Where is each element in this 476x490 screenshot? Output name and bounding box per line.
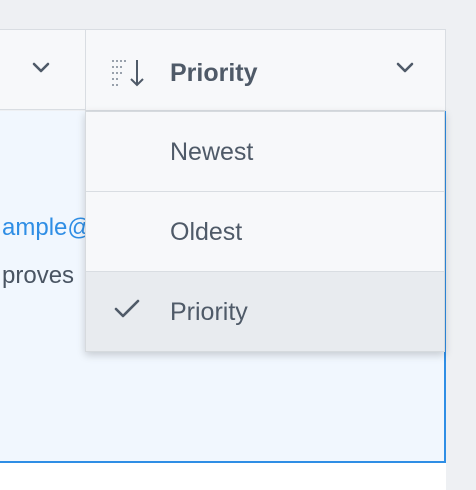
sort-option-newest[interactable]: Newest (86, 112, 444, 192)
sort-selected-label: Priority (170, 59, 258, 87)
sort-option-priority[interactable]: Priority (86, 272, 444, 351)
chevron-down-icon (396, 61, 414, 79)
sort-menu: Newest Oldest Priority (85, 111, 445, 352)
bottom-area (0, 463, 446, 490)
sort-dropdown[interactable]: Priority (85, 29, 446, 111)
body-text: proves (2, 262, 75, 289)
filter-dropdown[interactable] (0, 29, 85, 110)
checkmark-icon (114, 298, 140, 325)
sort-option-label: Newest (170, 138, 254, 166)
sort-option-oldest[interactable]: Oldest (86, 192, 444, 272)
sort-option-label: Priority (170, 298, 248, 326)
sort-option-label: Oldest (170, 218, 243, 246)
chevron-down-icon (32, 61, 50, 79)
sort-descending-icon (110, 57, 148, 94)
email-link[interactable]: ample@ (2, 213, 92, 243)
